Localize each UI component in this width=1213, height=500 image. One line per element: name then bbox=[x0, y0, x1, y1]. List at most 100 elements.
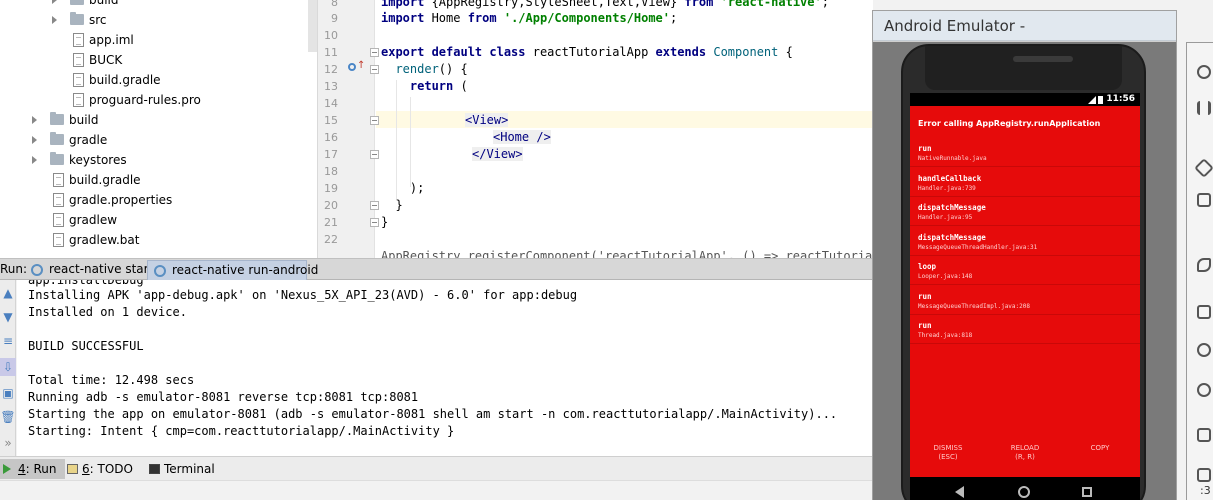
expand-arrow-icon[interactable] bbox=[32, 116, 37, 124]
fold-toggle-icon[interactable] bbox=[370, 218, 379, 227]
back-icon[interactable] bbox=[955, 486, 964, 498]
console-line: Installing APK 'app-debug.apk' on 'Nexus… bbox=[28, 288, 578, 302]
folder-icon bbox=[70, 12, 84, 25]
stack-frame[interactable]: dispatchMessage Handler.java:95 bbox=[910, 197, 1140, 226]
emulator-background: 11:56 Error calling AppRegistry.runAppli… bbox=[873, 42, 1176, 500]
code-line-15[interactable]: <View> bbox=[465, 112, 509, 129]
expand-arrow-icon[interactable] bbox=[32, 156, 37, 164]
folder-icon bbox=[70, 0, 84, 5]
line-number: 14 bbox=[324, 97, 338, 110]
recent-apps-icon[interactable] bbox=[1082, 487, 1092, 497]
folder-icon bbox=[50, 152, 64, 165]
code-line-17[interactable]: </View> bbox=[472, 146, 523, 163]
expand-arrow-icon[interactable] bbox=[52, 16, 57, 24]
stack-frame[interactable]: loop Looper.java:148 bbox=[910, 256, 1140, 285]
expand-arrow-icon[interactable] bbox=[52, 0, 57, 4]
tab-react-native-start[interactable]: react-native start bbox=[25, 260, 153, 280]
stack-frame[interactable]: run Thread.java:818 bbox=[910, 315, 1140, 344]
file-icon bbox=[53, 213, 64, 227]
more-options-icon[interactable] bbox=[1197, 468, 1211, 482]
gradle-file-icon bbox=[73, 73, 84, 87]
tab-react-native-run-android[interactable]: react-native run-android bbox=[147, 260, 318, 280]
tab-terminal[interactable]: Terminal bbox=[146, 459, 215, 479]
trash-icon[interactable]: 🗑 bbox=[0, 408, 16, 426]
fold-toggle-icon[interactable] bbox=[370, 116, 379, 125]
stack-frame[interactable]: run NativeRunnable.java bbox=[910, 138, 1140, 167]
emulator-title[interactable]: Android Emulator - Nexus_5X_API_23:8081 bbox=[873, 11, 1176, 65]
console-output[interactable]: app:installDebug Installing APK 'app-deb… bbox=[17, 280, 873, 456]
code-line-16[interactable]: <Home /> bbox=[493, 129, 551, 146]
fold-toggle-icon[interactable] bbox=[370, 65, 379, 74]
fold-toggle-icon[interactable] bbox=[370, 201, 379, 210]
react-icon bbox=[31, 264, 43, 276]
scroll-up-icon[interactable]: ▲ bbox=[0, 284, 16, 302]
code-line-9[interactable]: import Home from './App/Components/Home'… bbox=[381, 10, 677, 27]
dismiss-button[interactable]: DISMISS (ESC) bbox=[918, 444, 978, 462]
console-line: BUILD SUCCESSFUL bbox=[28, 339, 144, 353]
run-tabs-bar: Run: react-native start react-native run… bbox=[0, 258, 873, 280]
status-bar bbox=[0, 480, 873, 500]
more-icon[interactable]: » bbox=[0, 434, 16, 452]
code-line-11[interactable]: export default class reactTutorialApp ex… bbox=[381, 44, 793, 61]
stack-frame[interactable]: run MessageQueueThreadImpl.java:208 bbox=[910, 286, 1140, 315]
screenshot-icon[interactable] bbox=[1197, 258, 1211, 272]
line-number: 13 bbox=[324, 80, 338, 93]
console-line: Total time: 12.498 secs bbox=[28, 373, 195, 387]
code-line-13[interactable]: return ( bbox=[381, 78, 468, 95]
android-status-bar: 11:56 bbox=[910, 93, 1140, 106]
expand-arrow-icon[interactable] bbox=[32, 136, 37, 144]
code-line-19[interactable]: ); bbox=[381, 180, 424, 197]
phone-frame: 11:56 Error calling AppRegistry.runAppli… bbox=[901, 44, 1146, 500]
phone-screen[interactable]: 11:56 Error calling AppRegistry.runAppli… bbox=[910, 93, 1140, 477]
tree-scrollbar[interactable] bbox=[308, 0, 317, 52]
scroll-to-end-icon[interactable]: ⇩ bbox=[0, 358, 16, 376]
side-text-fragment: :3 bbox=[1200, 484, 1211, 497]
rotate-left-icon[interactable] bbox=[1194, 158, 1213, 178]
file-icon bbox=[73, 53, 84, 67]
line-number: 18 bbox=[324, 165, 338, 178]
code-line-12[interactable]: render() { bbox=[381, 61, 467, 78]
console-line: Starting: Intent { cmp=com.reacttutorial… bbox=[28, 424, 455, 438]
home-button-icon[interactable] bbox=[1197, 383, 1211, 397]
tab-todo[interactable]: 6: TODO bbox=[64, 459, 133, 479]
gradle-file-icon bbox=[53, 173, 64, 187]
folder-icon bbox=[50, 132, 64, 145]
override-marker-icon[interactable] bbox=[348, 63, 356, 71]
code-line-23[interactable]: AppRegistry.registerComponent('reactTuto… bbox=[381, 248, 873, 258]
reload-button[interactable]: RELOAD (R, R) bbox=[995, 444, 1055, 462]
run-icon bbox=[3, 464, 11, 474]
line-number: 19 bbox=[324, 182, 338, 195]
code-line-20[interactable]: } bbox=[381, 197, 402, 214]
stack-frame[interactable]: handleCallback Handler.java:739 bbox=[910, 168, 1140, 197]
indent-guide bbox=[410, 97, 411, 187]
overview-icon[interactable] bbox=[1197, 428, 1211, 442]
copy-button[interactable]: COPY bbox=[1070, 444, 1130, 453]
tab-run[interactable]: 4: Run bbox=[0, 459, 65, 479]
soft-wrap-icon[interactable]: ≡ bbox=[0, 332, 16, 350]
home-icon[interactable] bbox=[1018, 486, 1030, 498]
file-icon bbox=[73, 93, 84, 107]
code-editor[interactable]: 8 9 10 11 12 13 14 15 16 17 18 19 20 21 … bbox=[318, 0, 873, 258]
volume-up-icon[interactable] bbox=[1197, 101, 1211, 115]
folder-icon bbox=[50, 112, 64, 125]
current-line-highlight bbox=[376, 111, 873, 128]
emulator-window: Android Emulator - Nexus_5X_API_23:8081 … bbox=[872, 10, 1177, 500]
stack-frame[interactable]: dispatchMessage MessageQueueThreadHandle… bbox=[910, 227, 1140, 256]
signal-battery-icon bbox=[1088, 96, 1106, 104]
file-icon bbox=[53, 193, 64, 207]
line-number: 15 bbox=[324, 114, 338, 127]
android-nav-bar bbox=[910, 477, 1140, 500]
code-line-21[interactable]: } bbox=[381, 214, 388, 231]
scroll-down-icon[interactable]: ▼ bbox=[0, 308, 16, 326]
fold-toggle-icon[interactable] bbox=[370, 150, 379, 159]
todo-icon bbox=[67, 464, 78, 474]
fold-toggle-icon[interactable] bbox=[370, 48, 379, 57]
back-button-icon[interactable] bbox=[1197, 343, 1211, 357]
console-line: Running adb -s emulator-8081 reverse tcp… bbox=[28, 390, 419, 404]
print-icon[interactable]: ▣ bbox=[0, 384, 16, 402]
zoom-icon[interactable] bbox=[1197, 305, 1211, 319]
power-icon[interactable] bbox=[1197, 65, 1211, 79]
rotate-right-icon[interactable] bbox=[1197, 193, 1211, 207]
redbox-error-title: Error calling AppRegistry.runApplication bbox=[918, 119, 1101, 128]
phone-top-bezel bbox=[925, 46, 1122, 90]
